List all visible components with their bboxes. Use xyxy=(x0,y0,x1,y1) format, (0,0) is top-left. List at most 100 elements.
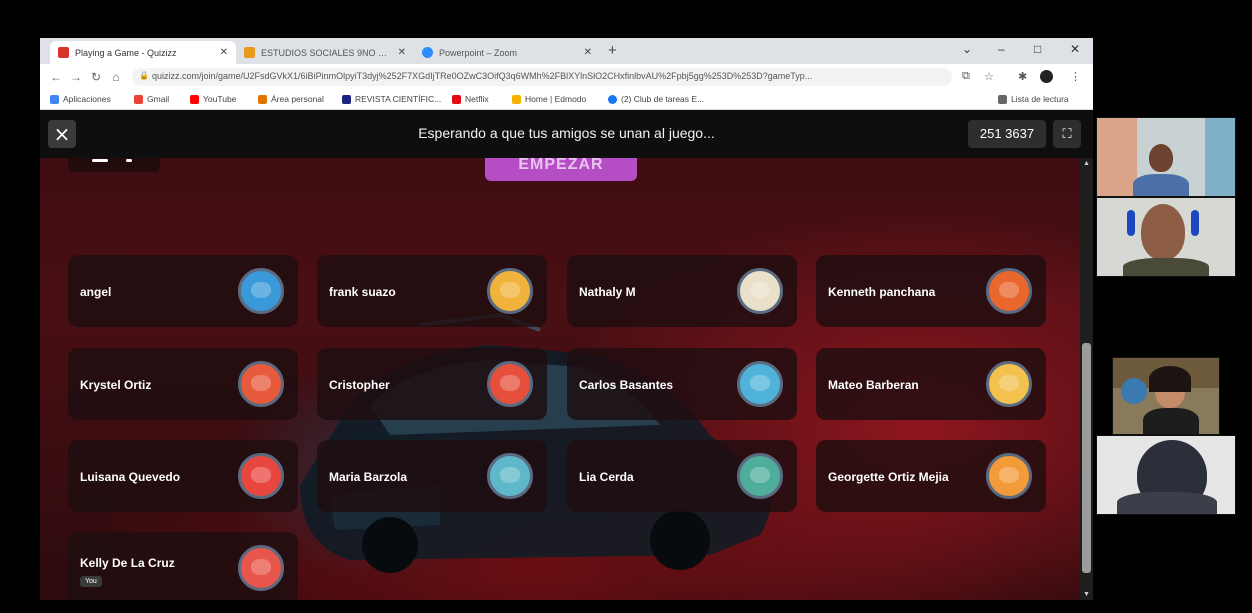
start-button[interactable]: EMPEZAR xyxy=(485,158,637,181)
player-card: Mateo Barberan xyxy=(816,348,1046,420)
player-card: Maria Barzola xyxy=(317,440,547,512)
player-name: Kelly De La Cruz xyxy=(80,556,175,570)
scrollbar[interactable]: ▲ ▼ xyxy=(1080,158,1093,600)
quiz-top-bar: × Esperando a que tus amigos se unan al … xyxy=(40,110,1093,158)
fullscreen-button[interactable]: ⛶ xyxy=(1053,120,1081,148)
reading-list-icon xyxy=(998,94,1007,104)
quiz-lobby: × Esperando a que tus amigos se unan al … xyxy=(40,110,1093,600)
forward-arrow-icon[interactable]: → xyxy=(66,70,86,84)
bookmark-edmodo[interactable]: Home | Edmodo xyxy=(512,94,586,104)
player-name: Georgette Ortiz Mejia xyxy=(828,470,949,484)
player-card: Krystel Ortiz xyxy=(68,348,298,420)
player-avatar xyxy=(737,268,783,314)
participant-video[interactable] xyxy=(1096,435,1236,515)
tab-zoom[interactable]: Powerpoint – Zoom ✕ xyxy=(414,41,600,64)
waiting-message: Esperando a que tus amigos se unan al ju… xyxy=(418,125,715,141)
bookmark-netflix[interactable]: Netflix xyxy=(452,94,489,104)
player-avatar xyxy=(238,453,284,499)
player-avatar xyxy=(737,361,783,407)
bookmark-label: YouTube xyxy=(203,94,237,104)
extensions-puzzle-icon[interactable]: ✱ xyxy=(1018,70,1027,83)
install-app-icon[interactable]: ⧉ xyxy=(962,70,970,83)
bookmark-star-icon[interactable]: ☆ xyxy=(984,70,994,83)
slides-favicon-icon xyxy=(244,47,255,58)
tab-quizizz[interactable]: Playing a Game - Quizizz ✕ xyxy=(50,41,236,64)
bookmark-label: Netflix xyxy=(465,94,489,104)
minimize-button[interactable]: – xyxy=(998,42,1005,56)
participant-video[interactable] xyxy=(1112,357,1220,435)
new-tab-button[interactable]: + xyxy=(608,42,617,59)
close-tab-icon[interactable]: ✕ xyxy=(584,47,592,58)
player-name: Nathaly M xyxy=(579,285,636,299)
close-tab-icon[interactable]: ✕ xyxy=(398,47,406,58)
bookmark-label: Home | Edmodo xyxy=(525,94,587,104)
bookmark-club-tareas[interactable]: (2) Club de tareas E... xyxy=(608,94,704,104)
player-card: Georgette Ortiz Mejia xyxy=(816,440,1046,512)
screen: Playing a Game - Quizizz ✕ ESTUDIOS SOCI… xyxy=(0,0,1252,613)
youtube-icon xyxy=(190,94,199,104)
player-card: frank suazo xyxy=(317,255,547,327)
bookmark-gmail[interactable]: Gmail xyxy=(134,94,169,104)
player-name: Luisana Quevedo xyxy=(80,470,181,484)
player-card: Kenneth panchana xyxy=(816,255,1046,327)
scroll-up-arrow-icon[interactable]: ▲ xyxy=(1082,160,1091,167)
player-name: Maria Barzola xyxy=(329,470,408,484)
player-card: angel xyxy=(68,255,298,327)
player-avatar xyxy=(238,361,284,407)
revista-icon xyxy=(342,94,351,104)
player-card: Carlos Basantes xyxy=(567,348,797,420)
moodle-icon xyxy=(258,94,267,104)
close-window-button[interactable]: ✕ xyxy=(1070,42,1080,56)
tab-search-icon[interactable]: ⌄ xyxy=(962,42,972,56)
player-name: Kenneth panchana xyxy=(828,285,936,299)
you-badge: You xyxy=(80,576,102,587)
bookmark-area-personal[interactable]: Área personal xyxy=(258,94,324,104)
scrollbar-thumb[interactable] xyxy=(1082,343,1091,573)
player-name: Krystel Ortiz xyxy=(80,378,152,392)
participant-video[interactable] xyxy=(1096,197,1236,277)
player-avatar xyxy=(986,361,1032,407)
facebook-icon xyxy=(608,94,617,104)
reload-icon[interactable]: ↻ xyxy=(86,70,106,84)
close-tab-icon[interactable]: ✕ xyxy=(220,47,228,58)
bookmark-label: Área personal xyxy=(271,94,324,104)
player-card: Cristopher xyxy=(317,348,547,420)
home-icon[interactable]: ⌂ xyxy=(106,70,126,84)
url-field[interactable]: 🔒 quizizz.com/join/game/U2FsdGVkX1/6iBiP… xyxy=(132,68,952,86)
bookmark-apps[interactable]: Aplicaciones xyxy=(50,94,111,104)
url-text: quizizz.com/join/game/U2FsdGVkX1/6iBiPin… xyxy=(152,71,813,81)
menu-kebab-icon[interactable]: ⋮ xyxy=(1070,70,1081,83)
tab-title: Playing a Game - Quizizz xyxy=(75,47,177,58)
bookmark-revista[interactable]: REVISTA CIENTÍFIC... xyxy=(342,94,441,104)
player-avatar xyxy=(487,268,533,314)
back-arrow-icon[interactable]: ← xyxy=(46,70,66,84)
player-card-self: Kelly De La Cruz You xyxy=(68,532,298,600)
bookmark-label: Gmail xyxy=(147,94,170,104)
player-name: Cristopher xyxy=(329,378,390,392)
bookmark-youtube[interactable]: YouTube xyxy=(190,94,236,104)
profile-avatar[interactable] xyxy=(1040,70,1053,83)
reading-list[interactable]: Lista de lectura xyxy=(998,94,1069,104)
lock-icon: 🔒 xyxy=(139,71,149,80)
player-name: Carlos Basantes xyxy=(579,378,674,392)
tab-title: ESTUDIOS SOCIALES 9NO 09 B … xyxy=(261,47,392,58)
participant-video[interactable] xyxy=(1096,117,1236,197)
scroll-down-arrow-icon[interactable]: ▼ xyxy=(1082,591,1091,598)
car-background-image xyxy=(300,312,770,573)
player-name: angel xyxy=(80,285,112,299)
bookmark-label: REVISTA CIENTÍFIC... xyxy=(355,94,442,104)
settings-widget[interactable] xyxy=(68,158,160,172)
tab-title: Powerpoint – Zoom xyxy=(439,47,518,58)
player-card: Lia Cerda xyxy=(567,440,797,512)
tab-estudios-sociales[interactable]: ESTUDIOS SOCIALES 9NO 09 B … ✕ xyxy=(236,41,414,64)
bookmark-label: (2) Club de tareas E... xyxy=(621,94,705,104)
settings-dot-icon xyxy=(126,159,132,162)
bookmarks-bar: Aplicaciones Gmail YouTube Área personal… xyxy=(40,90,1093,110)
player-avatar xyxy=(238,545,284,591)
reading-list-label: Lista de lectura xyxy=(1011,94,1069,104)
apps-grid-icon xyxy=(50,94,59,104)
player-avatar xyxy=(737,453,783,499)
tab-strip: Playing a Game - Quizizz ✕ ESTUDIOS SOCI… xyxy=(40,38,1093,64)
maximize-button[interactable]: □ xyxy=(1034,42,1041,56)
player-avatar xyxy=(487,453,533,499)
